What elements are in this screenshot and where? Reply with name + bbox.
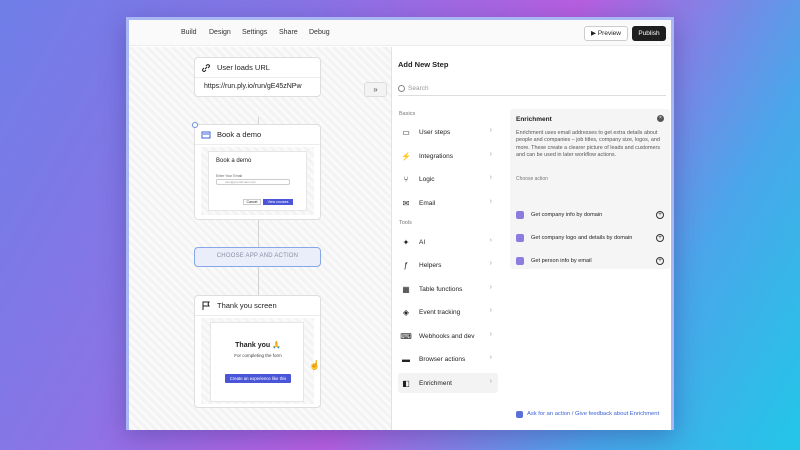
preview-button[interactable]: ▶ Preview [584,26,628,41]
book-demo-card[interactable]: Book a demo Book a demo Enter Your Email… [192,122,321,220]
choose-app-action-slot[interactable]: CHOOSE APP AND ACTION [194,247,321,267]
top-bar: Build Design Settings Share Debug ▶ Prev… [129,20,671,46]
form-preview: Book a demo Enter Your Email user@yourdo… [208,151,307,211]
category-table-functions[interactable]: ▦ Table functions › [398,279,498,299]
form-icon [201,131,211,138]
category-user-steps[interactable]: ▭ User steps › [398,122,498,142]
flag-icon [202,301,210,310]
search-input[interactable]: Search [398,81,666,96]
thank-you-card[interactable]: Thank you screen Thank you 🙏 For complet… [194,295,321,408]
user-steps-icon: ▭ [402,127,410,137]
section-tools: Tools [399,220,412,226]
url-step-value: https://run.ply.io/run/gE45zNPw [204,83,302,90]
branch-icon: ⑂ [403,174,409,184]
nav-design[interactable]: Design [209,29,231,36]
publish-button[interactable]: Publish [632,26,666,41]
chevron-right-icon: › [489,237,492,244]
person-icon [516,257,524,265]
nav-debug[interactable]: Debug [309,29,330,36]
event-icon: ◈ [402,307,410,317]
chevron-right-icon: › [489,127,492,134]
chevron-right-icon: › [489,284,492,291]
action-company-logo[interactable]: Get company logo and details by domain + [516,231,666,245]
chevron-right-icon: › [489,307,492,314]
feedback-link[interactable]: Ask for an action / Give feedback about … [510,402,670,426]
check-icon [192,122,198,128]
category-enrichment[interactable]: ◧ Enrichment › [398,373,498,393]
email-label: Enter Your Email [216,174,243,178]
link-icon [202,63,210,72]
choose-action-label: Choose action [516,176,548,182]
hand-cursor-icon: ☝ [309,360,321,370]
create-experience-button[interactable]: Create an experience like this [225,374,291,383]
lightning-icon: ⚡ [401,151,411,161]
nav-share[interactable]: Share [279,29,298,36]
detail-description: Enrichment uses email addresses to get e… [516,130,661,159]
enrichment-action-icon [516,234,524,242]
action-person-info[interactable]: Get person info by email + [516,254,666,268]
function-icon: ƒ [403,260,409,270]
category-webhooks[interactable]: ⌨ Webhooks and dev › [398,326,498,346]
action-company-info[interactable]: Get company info by domain + [516,208,666,222]
chevron-right-icon: › [489,331,492,338]
preview-label: Preview [597,30,621,37]
enrichment-detail: Enrichment × Enrichment uses email addre… [510,109,670,269]
chevron-right-icon: › [489,151,492,158]
add-circle-icon[interactable]: + [656,211,664,219]
chevron-right-icon: › [489,198,492,205]
mail-icon: ✉ [402,198,410,208]
cancel-button[interactable]: Cancel [243,199,261,205]
search-icon [398,85,405,92]
chevron-right-icon: › [489,378,492,385]
browser-icon: ▬ [402,354,410,364]
book-demo-title: Book a demo [217,130,262,139]
thank-you-preview: Thank you 🙏 For completing the form Crea… [210,322,304,402]
detail-title: Enrichment [516,116,552,123]
section-basics: Basics [399,111,416,117]
enrichment-action-icon [516,211,524,219]
workflow-canvas[interactable]: User loads URL https://run.ply.io/run/gE… [129,47,391,430]
view-courses-button[interactable]: View courses [263,199,293,205]
url-step-title: User loads URL [217,63,270,72]
expand-icon[interactable]: » [364,82,387,97]
sparkle-icon: ✦ [402,237,410,247]
terminal-icon: ⌨ [400,331,412,341]
thank-you-subtext: For completing the form [234,353,282,358]
category-logic[interactable]: ⑂ Logic › [398,169,498,189]
chevron-right-icon: › [489,174,492,181]
category-integrations[interactable]: ⚡ Integrations › [398,146,498,166]
url-step-card[interactable]: User loads URL https://run.ply.io/run/gE… [194,57,321,97]
email-field[interactable]: user@yourdomain.com [216,179,290,185]
thank-you-heading: Thank you 🙏 [235,342,281,349]
add-step-panel: Add New Step Search Basics ▭ User steps › … [391,47,671,430]
category-browser-actions[interactable]: ▬ Browser actions › [398,349,498,369]
form-title: Book a demo [216,158,252,164]
enrichment-icon: ◧ [402,378,410,388]
play-icon: ▶ [591,30,597,37]
nav-settings[interactable]: Settings [242,29,267,36]
nav-build[interactable]: Build [181,29,197,36]
add-circle-icon[interactable]: + [656,234,664,242]
category-helpers[interactable]: ƒ Helpers › [398,255,498,275]
thank-you-title: Thank you screen [217,301,277,310]
category-email[interactable]: ✉ Email › [398,193,498,213]
chevron-right-icon: › [489,260,492,267]
category-event-tracking[interactable]: ◈ Event tracking › [398,302,498,322]
add-circle-icon[interactable]: + [656,257,664,265]
table-icon: ▦ [402,284,410,294]
chevron-right-icon: › [489,354,492,361]
panel-title: Add New Step [398,60,449,69]
feedback-icon [516,410,523,418]
category-ai[interactable]: ✦ AI › [398,232,498,252]
app-window: Build Design Settings Share Debug ▶ Prev… [126,17,674,430]
close-icon[interactable]: × [657,115,664,122]
